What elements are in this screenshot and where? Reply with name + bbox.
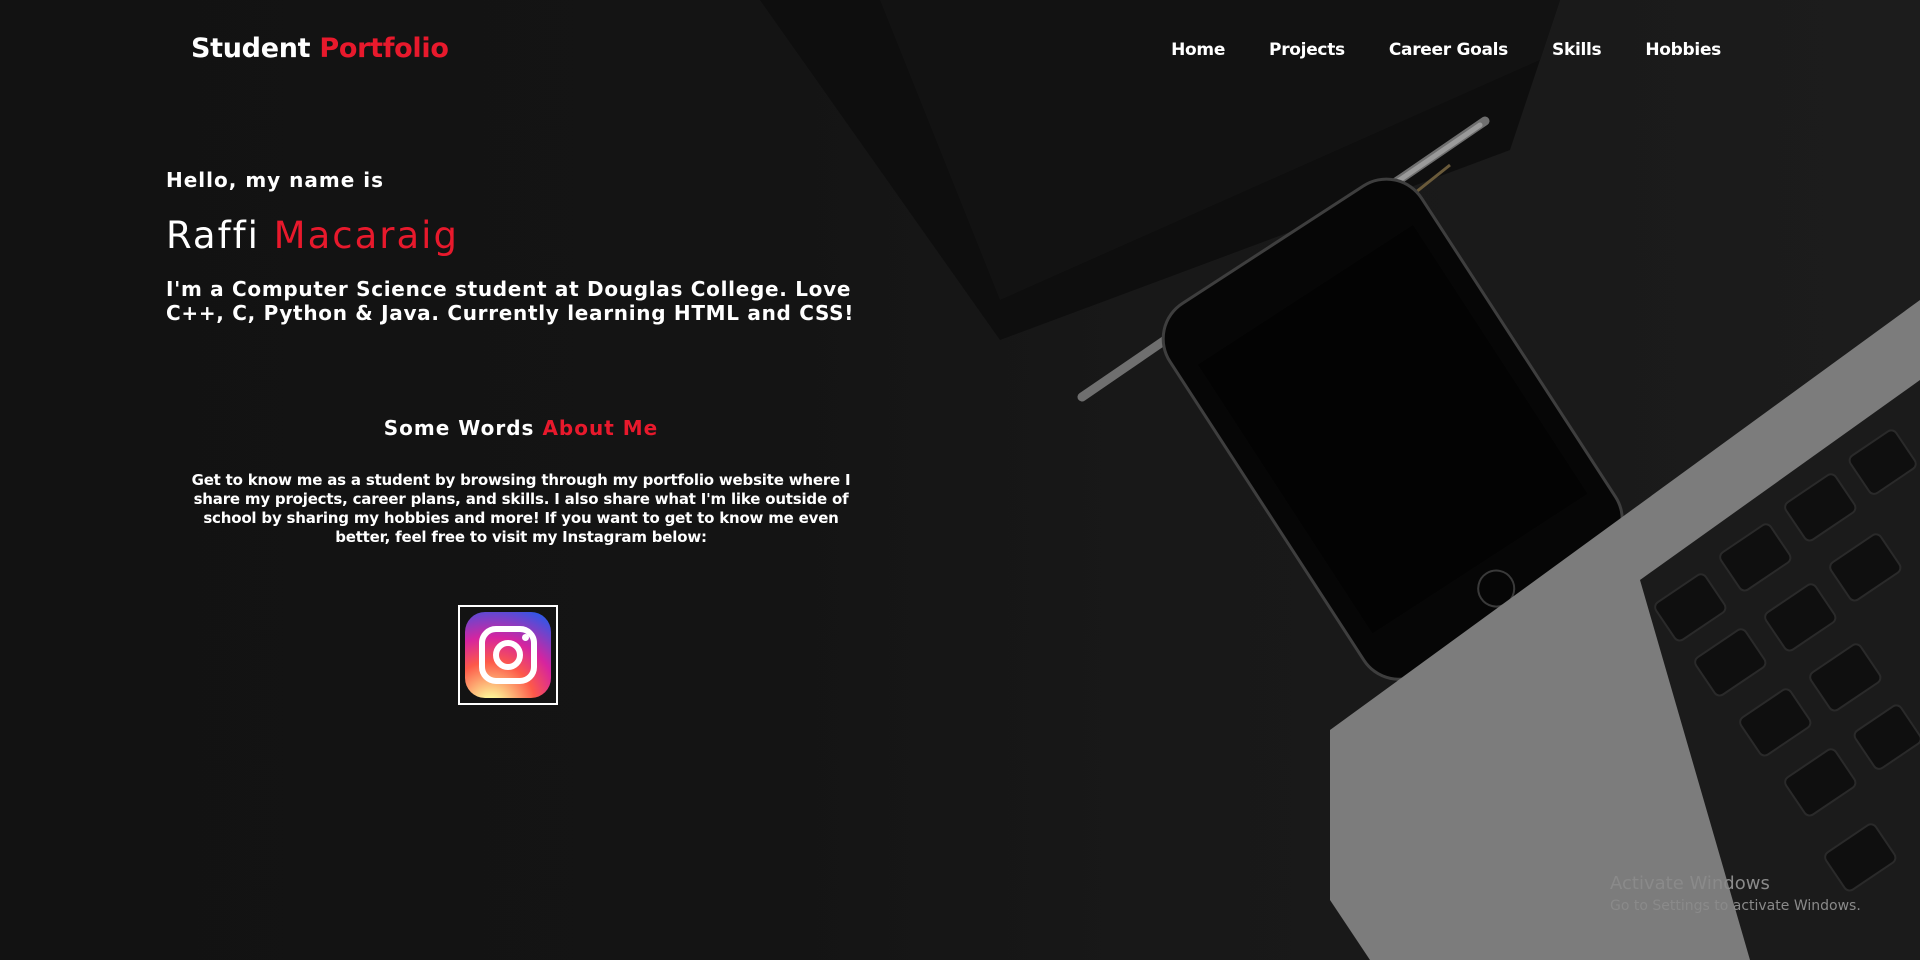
watermark-title: Activate Windows bbox=[1610, 873, 1770, 894]
intro-text: I'm a Computer Science student at Dougla… bbox=[166, 277, 855, 325]
main-nav: Home Projects Career Goals Skills Hobbie… bbox=[1171, 40, 1721, 60]
windows-activation-watermark: Activate Windows Go to Settings to activ… bbox=[1610, 873, 1861, 914]
watermark-subtitle: Go to Settings to activate Windows. bbox=[1610, 898, 1861, 914]
nav-home[interactable]: Home bbox=[1171, 40, 1225, 60]
first-name: Raffi bbox=[166, 214, 260, 257]
instagram-link[interactable] bbox=[458, 605, 558, 705]
about-section: Some Words About Me Get to know me as a … bbox=[166, 416, 876, 547]
nav-skills[interactable]: Skills bbox=[1552, 40, 1602, 60]
instagram-icon-dot bbox=[522, 634, 529, 641]
about-title-accent: About Me bbox=[542, 416, 659, 440]
site-logo[interactable]: Student Portfolio bbox=[191, 33, 449, 64]
hero-section: Hello, my name is Raffi Macaraig I'm a C… bbox=[166, 168, 886, 325]
last-name: Macaraig bbox=[273, 214, 459, 257]
about-title-main: Some Words bbox=[383, 416, 535, 440]
nav-projects[interactable]: Projects bbox=[1269, 40, 1345, 60]
name-heading: Raffi Macaraig bbox=[166, 214, 886, 257]
logo-accent-text: Portfolio bbox=[319, 33, 449, 64]
greeting-text: Hello, my name is bbox=[166, 168, 385, 192]
about-text: Get to know me as a student by browsing … bbox=[191, 471, 851, 546]
nav-career-goals[interactable]: Career Goals bbox=[1389, 40, 1508, 60]
site-header: Student Portfolio Home Projects Career G… bbox=[0, 0, 1920, 100]
nav-hobbies[interactable]: Hobbies bbox=[1645, 40, 1721, 60]
instagram-icon bbox=[465, 612, 551, 698]
about-title: Some Words About Me bbox=[166, 416, 876, 440]
instagram-icon-lens bbox=[493, 640, 523, 670]
logo-main-text: Student bbox=[191, 33, 311, 64]
